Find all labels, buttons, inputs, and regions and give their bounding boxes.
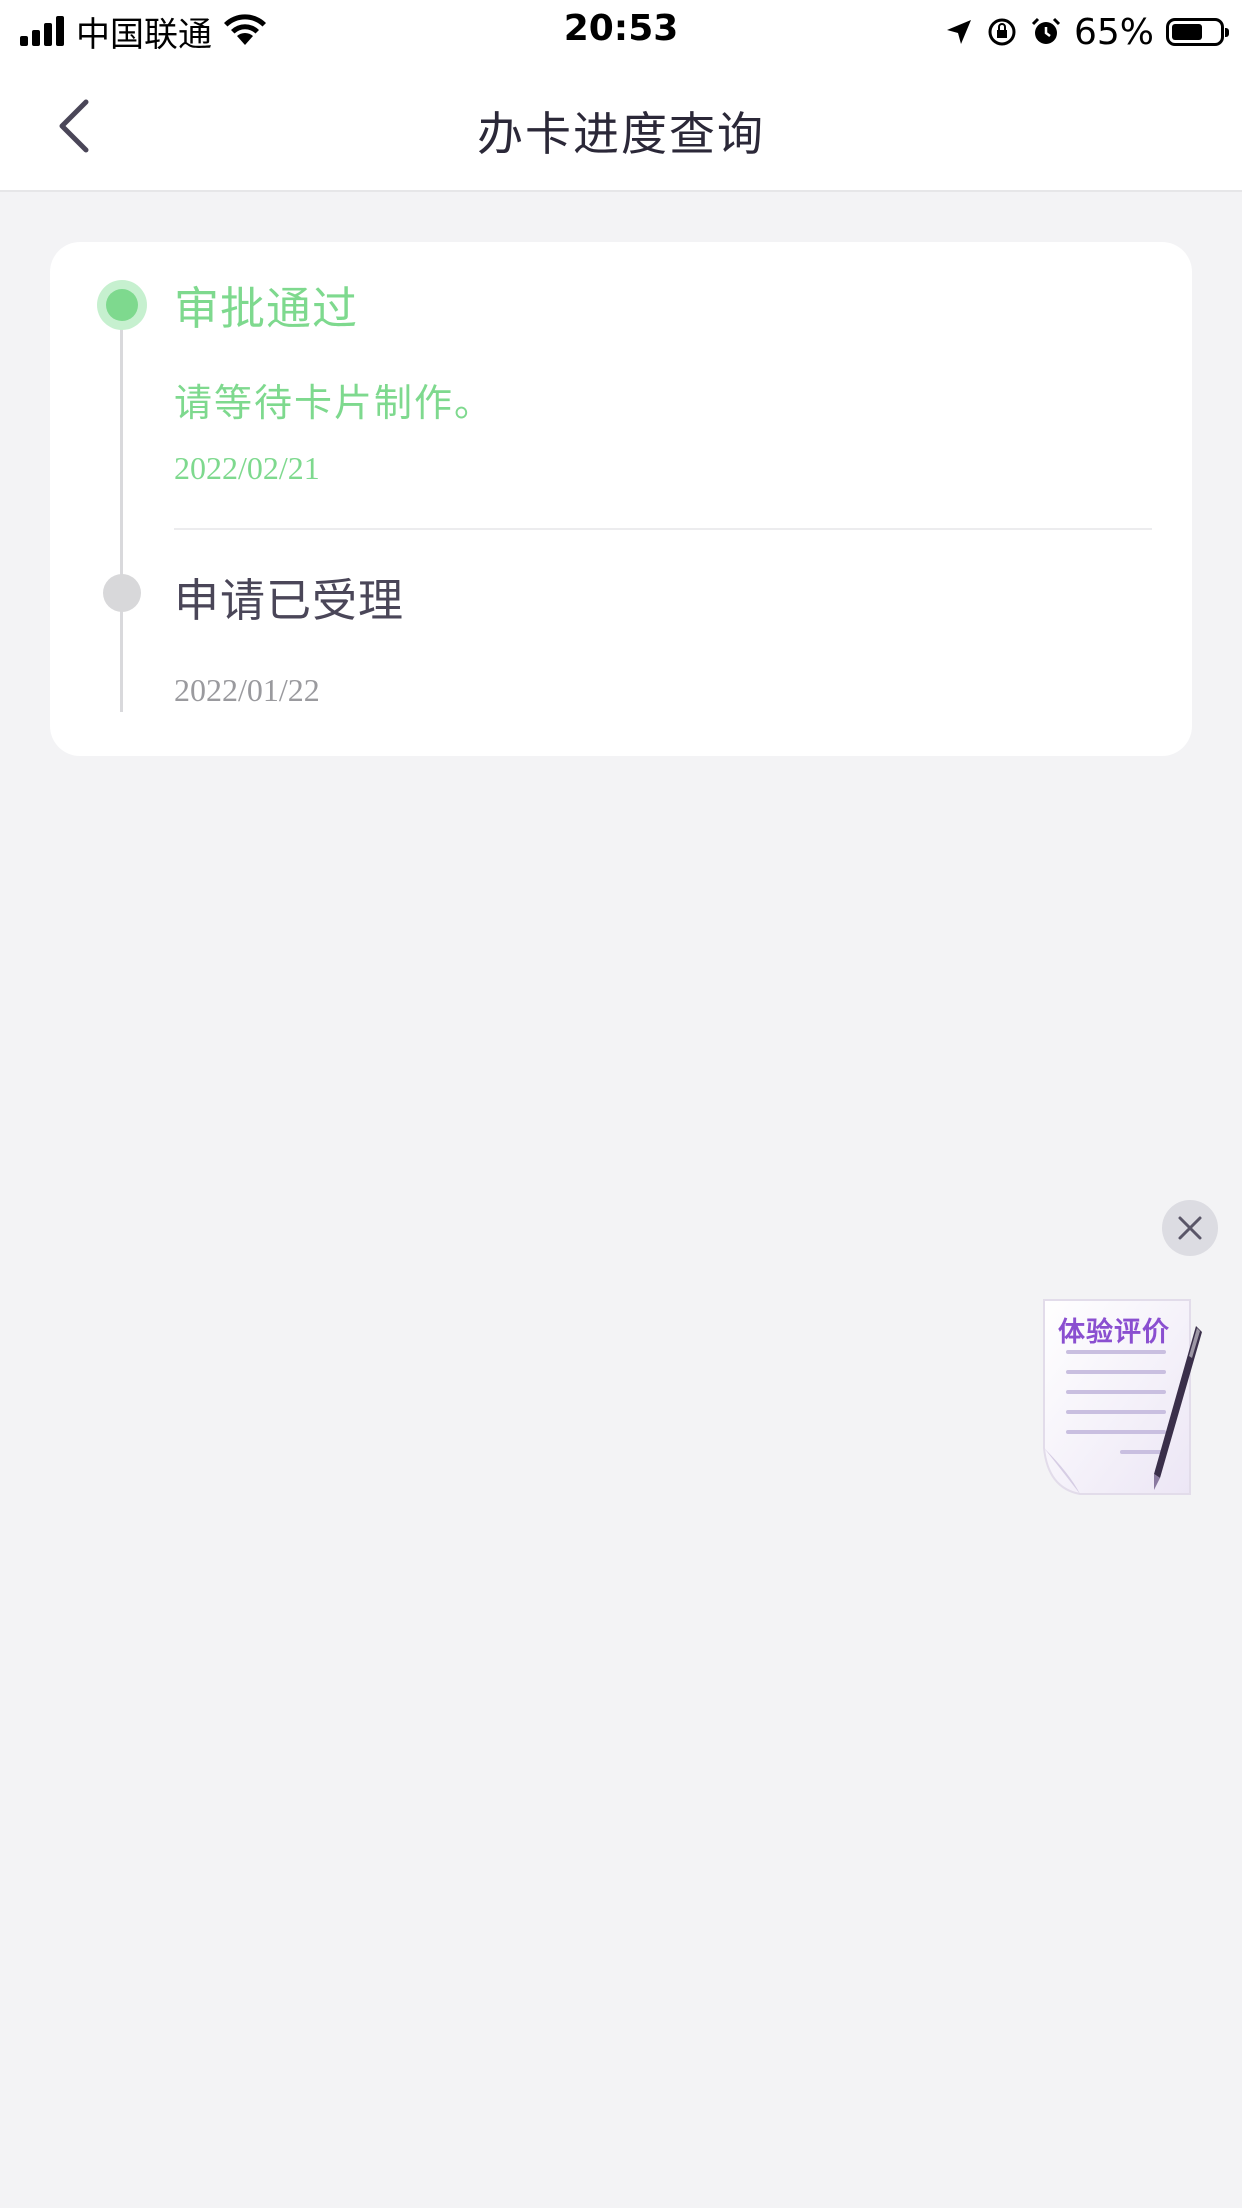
step-description: 请等待卡片制作。 (174, 381, 495, 425)
close-icon (1178, 1216, 1202, 1240)
location-icon (946, 20, 971, 44)
battery-percent: 65% (1073, 11, 1154, 53)
progress-card: 审批通过 请等待卡片制作。 2022/02/21 申请已受理 2022/01/2… (50, 242, 1192, 756)
step-title-accepted: 申请已受理 (174, 574, 405, 627)
nav-bar: 办卡进度查询 (0, 62, 1242, 192)
battery-icon (1166, 18, 1229, 46)
timeline-dot-inactive (103, 574, 141, 612)
step-date-approved: 2022/02/21 (174, 450, 320, 486)
step-date-accepted: 2022/01/22 (174, 672, 320, 708)
feedback-widget[interactable]: 体验评价 (1040, 1298, 1208, 1498)
status-bar: 中国联通 20:53 65% (0, 0, 1242, 62)
page-title: 办卡进度查询 (477, 107, 765, 161)
timeline-dot-active (97, 280, 147, 330)
timeline-line (120, 302, 123, 712)
alarm-icon (1031, 17, 1061, 44)
feedback-label: 体验评价 (1058, 1317, 1170, 1348)
divider (174, 528, 1152, 530)
step-title-approved: 审批通过 (174, 282, 359, 335)
rotation-lock-icon (988, 18, 1016, 46)
close-feedback-button[interactable] (1162, 1200, 1218, 1256)
